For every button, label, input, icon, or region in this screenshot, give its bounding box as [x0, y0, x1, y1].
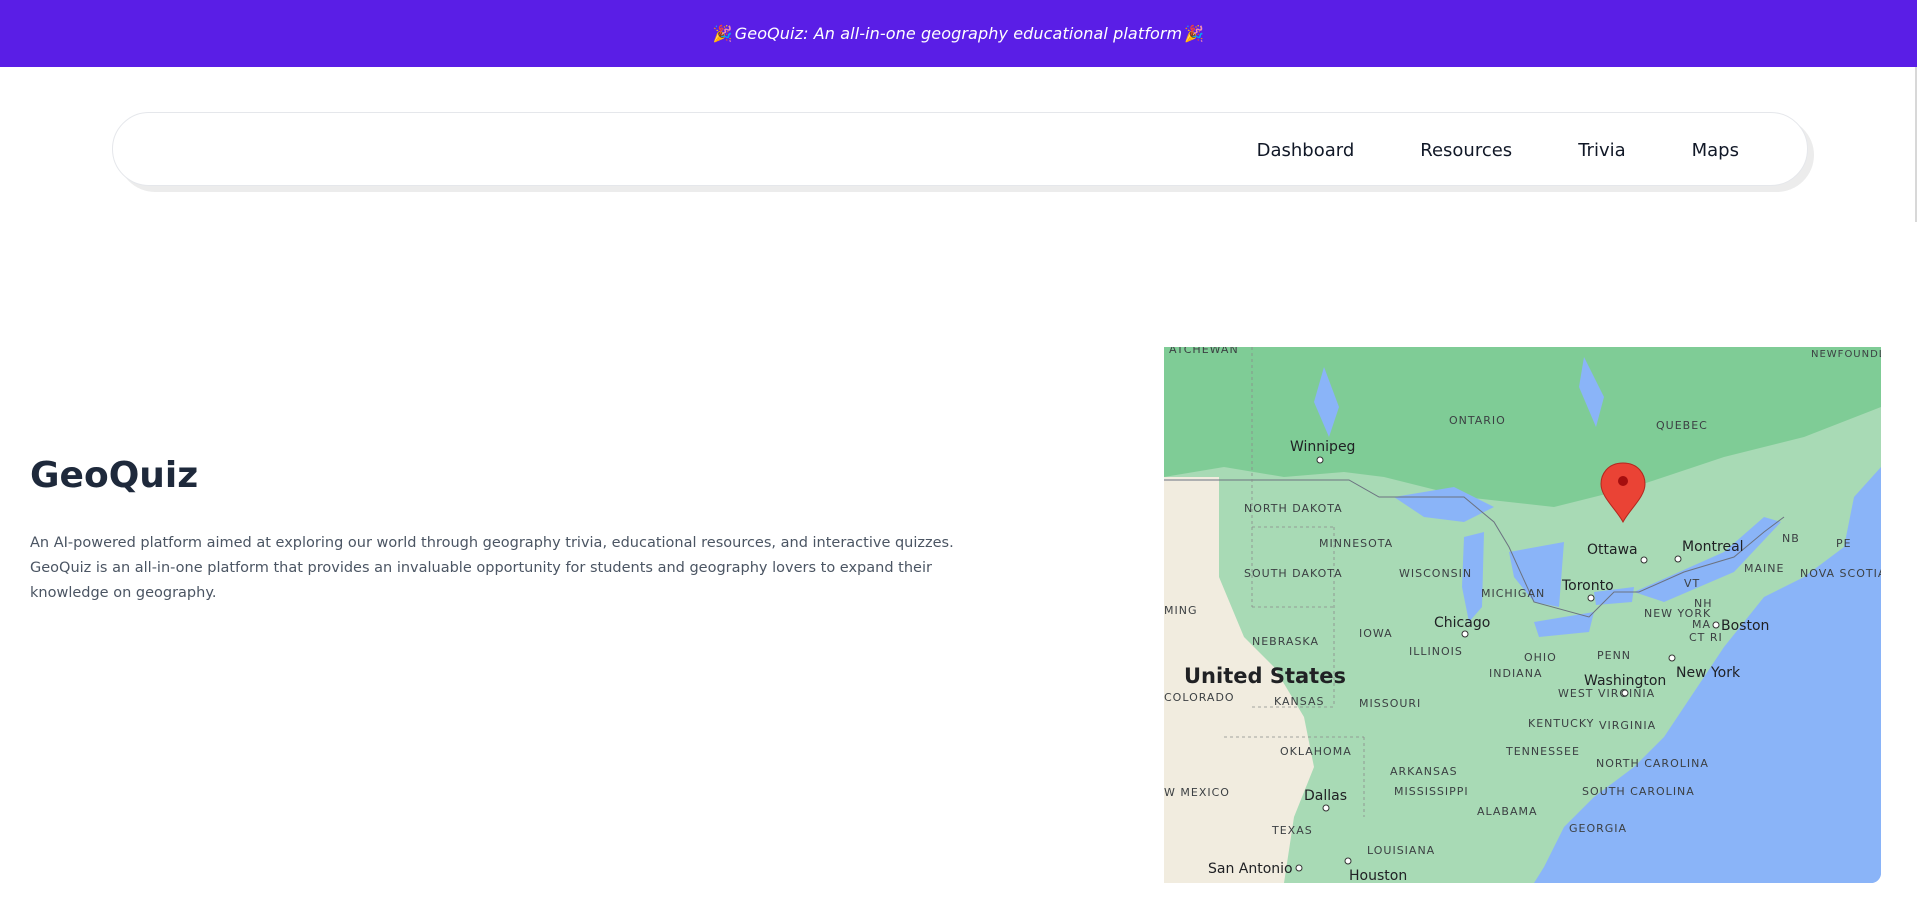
- city-dot: [1674, 555, 1682, 563]
- region-label: W MEXICO: [1164, 786, 1230, 799]
- region-label: MAINE: [1744, 562, 1784, 575]
- region-label: MISSOURI: [1359, 697, 1421, 710]
- city-label: San Antonio: [1208, 861, 1293, 877]
- region-label: MICHIGAN: [1481, 587, 1545, 600]
- city-label: Boston: [1721, 618, 1769, 634]
- region-label: LOUISIANA: [1367, 844, 1435, 857]
- nav-links: Dashboard Resources Trivia Maps: [1224, 113, 1747, 187]
- city-label: New York: [1676, 665, 1741, 681]
- region-label: TENNESSEE: [1505, 745, 1580, 758]
- region-label: KANSAS: [1274, 695, 1324, 708]
- region-label: MINNESOTA: [1319, 537, 1393, 550]
- nav-link-trivia[interactable]: Trivia: [1545, 140, 1658, 161]
- city-dot: [1316, 456, 1324, 464]
- city-dot: [1640, 556, 1648, 564]
- city-label: Washington: [1584, 673, 1666, 689]
- city-dot: [1621, 689, 1629, 697]
- region-label: OHIO: [1524, 651, 1557, 664]
- embedded-map[interactable]: ATCHEWAN ONTARIO QUEBEC NEWFOUNDLAND AND…: [1164, 347, 1881, 883]
- city-dot: [1712, 621, 1720, 629]
- region-label: NH: [1694, 597, 1713, 610]
- city-dot: [1322, 804, 1330, 812]
- region-label: WISCONSIN: [1399, 567, 1472, 580]
- country-label: United States: [1184, 664, 1346, 688]
- region-label: SOUTH CAROLINA: [1582, 785, 1695, 798]
- city-label: Ottawa: [1587, 542, 1638, 558]
- city-dot: [1344, 857, 1352, 865]
- party-popper-icon: 🎉: [712, 24, 733, 43]
- region-label: GEORGIA: [1569, 822, 1627, 835]
- region-label: ILLINOIS: [1409, 645, 1463, 658]
- region-label: MA: [1692, 618, 1711, 631]
- region-label: PENN: [1597, 649, 1631, 662]
- region-label: KENTUCKY: [1528, 717, 1594, 730]
- region-label: NORTH CAROLINA: [1596, 757, 1709, 770]
- party-popper-icon: 🎉: [1184, 24, 1205, 43]
- navbar: Dashboard Resources Trivia Maps: [112, 112, 1808, 186]
- region-label: MISSISSIPPI: [1394, 785, 1469, 798]
- city-dot: [1461, 630, 1469, 638]
- region-label: NEBRASKA: [1252, 635, 1319, 648]
- city-dot: [1587, 594, 1595, 602]
- city-label: Dallas: [1304, 788, 1347, 804]
- region-label: ALABAMA: [1477, 805, 1538, 818]
- region-label: INDIANA: [1489, 667, 1542, 680]
- region-label: COLORADO: [1164, 691, 1235, 704]
- region-label: IOWA: [1359, 627, 1393, 640]
- region-label: MING: [1164, 604, 1198, 617]
- page-title: GeoQuiz: [30, 455, 199, 496]
- city-label: Montreal: [1682, 539, 1744, 555]
- city-dot: [1668, 654, 1676, 662]
- region-label: QUEBEC: [1656, 419, 1708, 432]
- announcement-banner: 🎉 GeoQuiz: An all-in-one geography educa…: [0, 0, 1917, 67]
- region-label: VT: [1684, 577, 1700, 590]
- city-label: Toronto: [1561, 578, 1614, 594]
- nav-link-dashboard[interactable]: Dashboard: [1224, 140, 1388, 161]
- city-dot: [1295, 864, 1303, 872]
- nav-link-resources[interactable]: Resources: [1387, 140, 1545, 161]
- banner-text: GeoQuiz: An all-in-one geography educati…: [734, 24, 1183, 43]
- region-label: NB: [1782, 532, 1800, 545]
- city-label: Winnipeg: [1290, 439, 1355, 455]
- region-label: NEWFOUNDLAND AND LABR: [1811, 349, 1881, 360]
- nav-link-maps[interactable]: Maps: [1659, 140, 1747, 161]
- region-label: ARKANSAS: [1390, 765, 1458, 778]
- region-label: ATCHEWAN: [1169, 347, 1239, 356]
- region-label: NORTH DAKOTA: [1244, 502, 1343, 515]
- region-label: TEXAS: [1271, 824, 1313, 837]
- region-label: SOUTH DAKOTA: [1244, 567, 1343, 580]
- region-label: PE: [1836, 537, 1852, 550]
- region-label: ONTARIO: [1449, 414, 1506, 427]
- region-label: OKLAHOMA: [1280, 745, 1352, 758]
- map-canvas[interactable]: ATCHEWAN ONTARIO QUEBEC NEWFOUNDLAND AND…: [1164, 347, 1881, 883]
- hero-description: An AI-powered platform aimed at explorin…: [30, 535, 954, 601]
- region-label: VIRGINIA: [1599, 719, 1656, 732]
- city-label: Chicago: [1434, 615, 1490, 631]
- city-label: Houston: [1349, 868, 1407, 883]
- region-label: NOVA SCOTIA: [1800, 567, 1881, 580]
- region-label: CT RI: [1689, 631, 1723, 644]
